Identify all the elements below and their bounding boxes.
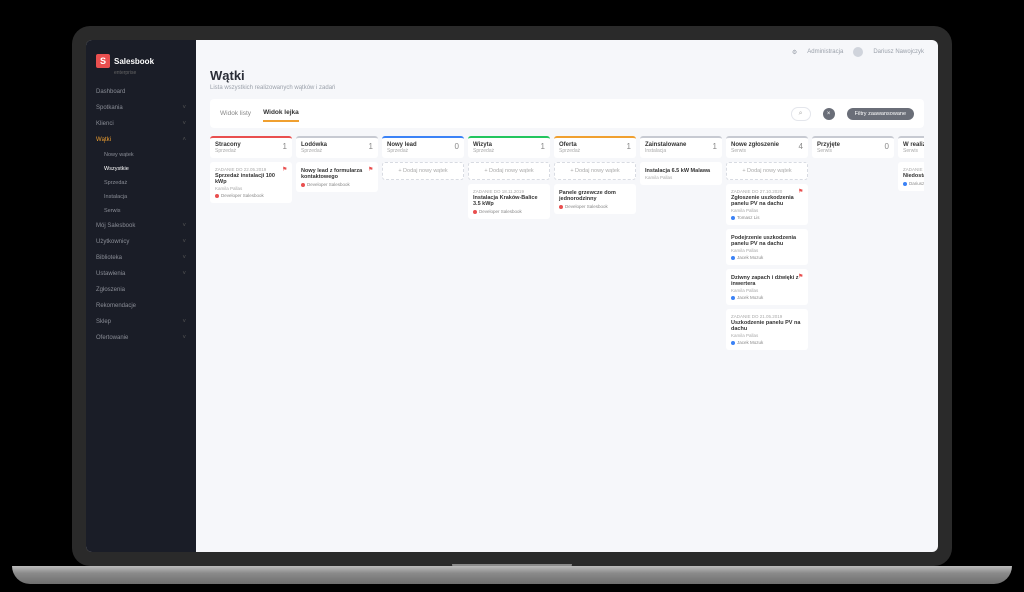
- sidebar-subitem[interactable]: Instalacja: [86, 190, 196, 204]
- kanban-card[interactable]: Instalacja 6.5 kW MalawaKamila Pallas: [640, 162, 722, 185]
- avatar[interactable]: [853, 47, 863, 57]
- kanban-column: Nowy leadSprzedaż0 + Dodaj nowy wątek: [382, 136, 464, 548]
- column-header: Nowe zgłoszenieSerwis4: [726, 136, 808, 158]
- sidebar-subitem[interactable]: Serwis: [86, 204, 196, 218]
- sidebar-subitem[interactable]: Wszystkie: [86, 162, 196, 176]
- kanban-card[interactable]: ⚑ZADANIE DO 27.10.2020Zgłoszenie uszkodz…: [726, 184, 808, 225]
- column-header: W realizacjiSerwis: [898, 136, 924, 158]
- kanban-column: LodówkaSprzedaż1 ⚑Nowy lead z formularza …: [296, 136, 378, 548]
- sidebar-item-wątki[interactable]: Wątki˄: [86, 132, 196, 148]
- sidebar-item-ofertowanie[interactable]: Ofertowanie˅: [86, 330, 196, 346]
- column-header: LodówkaSprzedaż1: [296, 136, 378, 158]
- chevron-icon: ˅: [182, 223, 186, 229]
- sidebar-subitem[interactable]: Sprzedaż: [86, 176, 196, 190]
- kanban-card[interactable]: ZADANIE DO 10.09.2018Niedostateczna ener…: [898, 162, 924, 191]
- app-screen: S Salesbook enterprise DashboardSpotkani…: [86, 40, 938, 552]
- add-card-button[interactable]: + Dodaj nowy wątek: [554, 162, 636, 180]
- user-dot-icon: [559, 205, 563, 209]
- page-subtitle: Lista wszystkich realizowanych wątków i …: [210, 85, 924, 91]
- flag-icon: ⚑: [798, 273, 804, 279]
- kanban-card[interactable]: ⚑Dziwny zapach i dźwięki z inwerteraKami…: [726, 269, 808, 305]
- search-input[interactable]: ⌕: [791, 107, 811, 121]
- main-area: ⚙ Administracja Dariusz Nawojczyk Wątki …: [196, 40, 938, 552]
- tab-funnel-view[interactable]: Widok lejka: [263, 105, 299, 122]
- column-header: Nowy leadSprzedaż0: [382, 136, 464, 158]
- kanban-card[interactable]: Podejrzenie uszkodzenia panelu PV na dac…: [726, 229, 808, 265]
- laptop-frame: S Salesbook enterprise DashboardSpotkani…: [72, 26, 952, 566]
- sidebar-subitem[interactable]: Nowy wątek: [86, 148, 196, 162]
- sidebar-item-mój-salesbook[interactable]: Mój Salesbook˅: [86, 218, 196, 234]
- user-name[interactable]: Dariusz Nawojczyk: [873, 49, 924, 55]
- kanban-board: StraconySprzedaż1 ⚑ZADANIE DO 22.05.2019S…: [210, 136, 924, 548]
- gear-icon[interactable]: ⚙: [792, 49, 797, 56]
- kanban-card[interactable]: Panele grzewcze dom jednorodzinnyDevelop…: [554, 184, 636, 214]
- sidebar-item-klienci[interactable]: Klienci˅: [86, 116, 196, 132]
- user-dot-icon: [731, 296, 735, 300]
- chevron-icon: ˅: [182, 255, 186, 261]
- add-card-button[interactable]: + Dodaj nowy wątek: [726, 162, 808, 180]
- page-title: Wątki: [210, 68, 924, 83]
- chevron-icon: ˅: [182, 239, 186, 245]
- sidebar-item-zgłoszenia[interactable]: Zgłoszenia: [86, 282, 196, 298]
- laptop-base: [12, 566, 1012, 584]
- kanban-card[interactable]: ZADANIE DO 18.11.2019Instalacja Kraków-B…: [468, 184, 550, 219]
- user-dot-icon: [731, 216, 735, 220]
- column-header: OfertaSprzedaż1: [554, 136, 636, 158]
- user-dot-icon: [731, 341, 735, 345]
- add-card-button[interactable]: + Dodaj nowy wątek: [468, 162, 550, 180]
- kanban-column: StraconySprzedaż1 ⚑ZADANIE DO 22.05.2019S…: [210, 136, 292, 548]
- column-header: StraconySprzedaż1: [210, 136, 292, 158]
- kanban-column: WizytaSprzedaż1 + Dodaj nowy wątek ZADANIE…: [468, 136, 550, 548]
- chevron-icon: ˄: [182, 137, 186, 143]
- kanban-column: W realizacjiSerwis ZADANIE DO 10.09.2018N…: [898, 136, 924, 548]
- flag-icon: ⚑: [282, 166, 288, 172]
- chevron-icon: ˅: [182, 105, 186, 111]
- sidebar-item-dashboard[interactable]: Dashboard: [86, 84, 196, 100]
- admin-link[interactable]: Administracja: [807, 49, 843, 55]
- sidebar-item-ustawienia[interactable]: Ustawienia˅: [86, 266, 196, 282]
- add-card-button[interactable]: + Dodaj nowy wątek: [382, 162, 464, 180]
- column-header: WizytaSprzedaż1: [468, 136, 550, 158]
- sidebar-item-spotkania[interactable]: Spotkania˅: [86, 100, 196, 116]
- sidebar-item-sklep[interactable]: Sklep˅: [86, 314, 196, 330]
- kanban-card[interactable]: ⚑Nowy lead z formularza kontaktowegoDeve…: [296, 162, 378, 192]
- column-header: ZainstalowaneInstalacja1: [640, 136, 722, 158]
- user-dot-icon: [731, 256, 735, 260]
- tab-list-view[interactable]: Widok listy: [220, 106, 251, 121]
- chevron-icon: ˅: [182, 319, 186, 325]
- kanban-card[interactable]: ⚑ZADANIE DO 22.05.2019Sprzedaż instalacj…: [210, 162, 292, 203]
- user-dot-icon: [215, 194, 219, 198]
- column-header: PrzyjęteSerwis0: [812, 136, 894, 158]
- advanced-filters-button[interactable]: Filtry zaawansowane: [847, 108, 914, 120]
- logo-text: Salesbook: [114, 57, 154, 66]
- kanban-column: Nowe zgłoszenieSerwis4 + Dodaj nowy wątek…: [726, 136, 808, 548]
- chevron-icon: ˅: [182, 121, 186, 127]
- sidebar-item-biblioteka[interactable]: Biblioteka˅: [86, 250, 196, 266]
- topbar: ⚙ Administracja Dariusz Nawojczyk: [196, 40, 938, 64]
- user-dot-icon: [301, 183, 305, 187]
- sidebar-item-rekomendacje[interactable]: Rekomendacje: [86, 298, 196, 314]
- logo-icon: S: [96, 54, 110, 68]
- reset-button[interactable]: ×: [823, 108, 835, 120]
- controls-bar: Widok listy Widok lejka ⌕ × Filtry zaawa…: [210, 99, 924, 128]
- logo-edition: enterprise: [104, 70, 196, 84]
- user-dot-icon: [903, 182, 907, 186]
- flag-icon: ⚑: [798, 188, 804, 194]
- sidebar: S Salesbook enterprise DashboardSpotkani…: [86, 40, 196, 552]
- kanban-column: ZainstalowaneInstalacja1 Instalacja 6.5 k…: [640, 136, 722, 548]
- kanban-column: PrzyjęteSerwis0: [812, 136, 894, 548]
- sidebar-item-użytkownicy[interactable]: Użytkownicy˅: [86, 234, 196, 250]
- kanban-column: OfertaSprzedaż1 + Dodaj nowy wątek Panele …: [554, 136, 636, 548]
- flag-icon: ⚑: [368, 166, 374, 172]
- chevron-icon: ˅: [182, 271, 186, 277]
- chevron-icon: ˅: [182, 335, 186, 341]
- kanban-card[interactable]: ZADANIE DO 21.05.2019Uszkodzenie panelu …: [726, 309, 808, 350]
- content: Wątki Lista wszystkich realizowanych wąt…: [196, 64, 938, 552]
- user-dot-icon: [473, 210, 477, 214]
